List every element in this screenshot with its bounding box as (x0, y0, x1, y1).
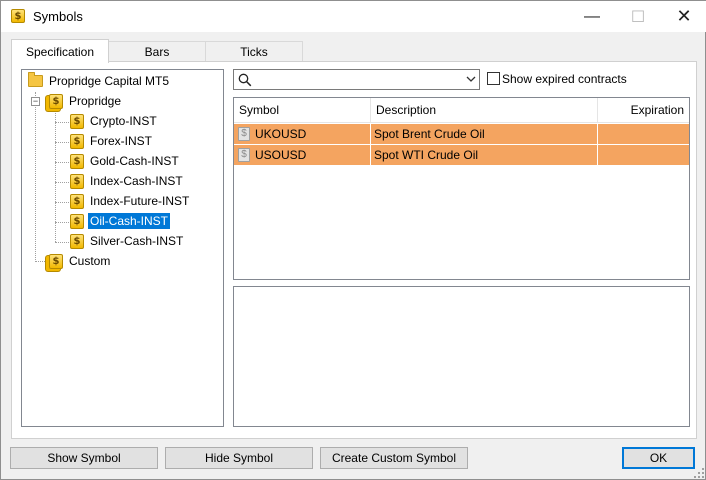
cell-expiration (598, 145, 689, 165)
coin-icon: $ (70, 233, 84, 249)
column-header-description[interactable]: Description (371, 98, 598, 123)
search-input[interactable] (256, 71, 456, 88)
chevron-down-icon[interactable] (465, 73, 477, 85)
tree-connector (55, 162, 69, 163)
folder-icon (28, 72, 43, 87)
tree-group-custom[interactable]: $ Custom (49, 252, 112, 270)
coin-icon: $ (70, 113, 84, 129)
tree-item-oil-cash-inst[interactable]: $ Oil-Cash-INST (70, 212, 171, 230)
tree-root-label: Propridge Capital MT5 (49, 74, 170, 88)
tree-item-silver-cash-inst[interactable]: $ Silver-Cash-INST (70, 232, 185, 250)
window-title: Symbols (33, 9, 83, 24)
tree-item-label: Index-Cash-INST (90, 174, 183, 188)
tab-bars[interactable]: Bars (108, 41, 206, 62)
symbol-icon: $ (238, 148, 250, 162)
coin-icon: $ (70, 193, 84, 209)
tree-item-label: Silver-Cash-INST (90, 234, 184, 248)
tab-ticks[interactable]: Ticks (205, 41, 303, 62)
table-row[interactable]: $ USOUSD Spot WTI Crude Oil (234, 144, 689, 165)
search-combobox[interactable] (233, 69, 480, 90)
custom-coin-icon: $ (49, 253, 63, 269)
maximize-button[interactable]: ☐ (615, 1, 661, 32)
resize-grip-icon[interactable] (693, 467, 705, 479)
symbols-table: Symbol Description Expiration $ UKOUSD S… (233, 97, 690, 280)
tree-group-label: Custom (69, 254, 111, 268)
tree-item-label: Index-Future-INST (90, 194, 190, 208)
column-header-expiration[interactable]: Expiration (598, 98, 689, 123)
tree-item-index-cash-inst[interactable]: $ Index-Cash-INST (70, 172, 185, 190)
tree-root-node[interactable]: Propridge Capital MT5 (28, 72, 171, 90)
table-row[interactable]: $ UKOUSD Spot Brent Crude Oil (234, 124, 689, 144)
symbol-details-pane (233, 286, 690, 427)
tree-item-label-selected: Oil-Cash-INST (88, 213, 171, 229)
show-symbol-button[interactable]: Show Symbol (10, 447, 158, 469)
close-button[interactable]: ✕ (661, 1, 706, 32)
tree-item-label: Gold-Cash-INST (90, 154, 179, 168)
show-expired-checkbox[interactable] (487, 72, 500, 85)
cell-description: Spot WTI Crude Oil (371, 145, 598, 165)
title-bar[interactable]: $ Symbols — ☐ ✕ (1, 1, 706, 32)
tree-item-gold-cash-inst[interactable]: $ Gold-Cash-INST (70, 152, 181, 170)
tree-connector (55, 182, 69, 183)
tree-connector (55, 242, 69, 243)
symbol-tree[interactable]: Propridge Capital MT5 − $ Propridge $ Cr… (21, 69, 224, 427)
cell-symbol: $ UKOUSD (234, 124, 371, 144)
tree-item-crypto-inst[interactable]: $ Crypto-INST (70, 112, 159, 130)
tree-group-label: Propridge (69, 94, 122, 108)
symbols-dialog: $ Symbols — ☐ ✕ Specification Bars Ticks… (0, 0, 706, 480)
coin-icon: $ (70, 133, 84, 149)
coin-icon: $ (70, 213, 84, 229)
symbol-text: UKOUSD (255, 127, 307, 141)
ok-button[interactable]: OK (622, 447, 695, 469)
symbol-icon: $ (238, 127, 250, 141)
tab-strip: Specification Bars Ticks (11, 39, 303, 63)
tree-connector (55, 122, 69, 123)
tree-connector (35, 261, 49, 262)
tree-group-propridge[interactable]: $ Propridge (49, 92, 123, 110)
symbols-app-icon: $ (11, 9, 25, 23)
tree-item-forex-inst[interactable]: $ Forex-INST (70, 132, 154, 150)
cell-expiration (598, 124, 689, 144)
hide-symbol-button[interactable]: Hide Symbol (165, 447, 313, 469)
create-custom-symbol-button[interactable]: Create Custom Symbol (320, 447, 468, 469)
tree-item-label: Forex-INST (90, 134, 153, 148)
symbol-text: USOUSD (255, 148, 307, 162)
tree-connector (55, 202, 69, 203)
coin-stack-icon: $ (49, 93, 63, 109)
search-icon (238, 73, 252, 87)
collapse-icon[interactable]: − (31, 97, 40, 106)
coin-icon: $ (70, 153, 84, 169)
tab-specification[interactable]: Specification (11, 39, 109, 63)
tree-connector (35, 92, 36, 262)
tree-connector (55, 142, 69, 143)
minimize-button[interactable]: — (569, 1, 615, 32)
show-expired-label[interactable]: Show expired contracts (502, 72, 627, 86)
tree-item-index-future-inst[interactable]: $ Index-Future-INST (70, 192, 191, 210)
cell-description: Spot Brent Crude Oil (371, 124, 598, 144)
coin-icon: $ (70, 173, 84, 189)
tree-item-label: Crypto-INST (90, 114, 157, 128)
column-header-symbol[interactable]: Symbol (234, 98, 371, 123)
cell-symbol: $ USOUSD (234, 145, 371, 165)
tree-connector (55, 222, 69, 223)
